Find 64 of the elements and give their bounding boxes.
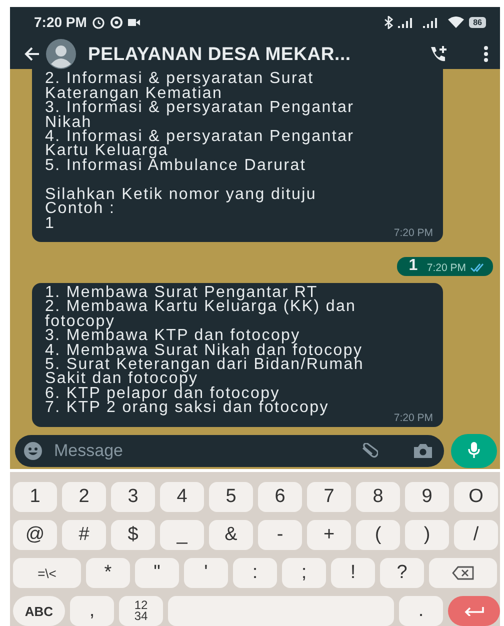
message-input[interactable]: Message — [52, 440, 350, 462]
keyboard-key[interactable]: ABC — [13, 596, 65, 626]
keyboard-key[interactable]: - — [258, 520, 302, 550]
message-field[interactable]: Message — [15, 434, 444, 467]
keyboard-key[interactable]: ? — [380, 558, 424, 588]
keyboard-key[interactable]: ) — [405, 520, 449, 550]
keyboard-key[interactable]: + — [307, 520, 351, 550]
keyboard-key[interactable]: 12 34 — [119, 596, 163, 626]
keyboard-key[interactable]: 1 — [13, 482, 57, 512]
keyboard-key[interactable]: ( — [356, 520, 400, 550]
kebab-menu-icon — [484, 46, 488, 62]
keyboard-key[interactable]: & — [209, 520, 253, 550]
keyboard-key[interactable]: @ — [13, 520, 57, 550]
microphone-button[interactable] — [451, 434, 497, 468]
backspace-key[interactable] — [429, 558, 497, 588]
keyboard-key[interactable]: * — [86, 558, 130, 588]
call-button[interactable] — [428, 44, 448, 63]
keyboard-key[interactable]: 5 — [209, 482, 253, 512]
keyboard-key[interactable]: ' — [184, 558, 228, 588]
keyboard-key[interactable]: " — [135, 558, 179, 588]
message-text: 1. Membawa Surat Pengantar RT 2. Membawa Kartu Keluarga (KK) dan fotocopy 3. Membawa KTP dan fotocopy 4. Membawa Surat Nikah dan fotocopy 5. Surat Keterangan dari Bidan/Rumah Sakit dan fotocopy 6. KTP pelapor dan fotocopy 7. KTP 2 orang saksi dan fotocopy — [45, 286, 365, 416]
paperclip-icon — [360, 442, 378, 459]
microphone-icon — [468, 442, 480, 460]
keyboard-key[interactable]: 7 — [307, 482, 351, 512]
message-time: 7:20 PM — [426, 262, 466, 274]
keyboard-key[interactable]: / — [454, 520, 498, 550]
back-button[interactable] — [24, 46, 40, 61]
circle-icon — [110, 16, 123, 29]
battery-icon: 86 — [469, 16, 486, 28]
chat-title: PELAYANAN DESA MEKAR... — [88, 42, 352, 65]
message-time: 7:20 PM — [394, 226, 433, 239]
video-icon — [128, 18, 140, 27]
alarm-icon — [92, 16, 105, 29]
emoji-icon — [24, 442, 42, 460]
wifi-icon — [448, 16, 464, 28]
phone-plus-icon — [428, 44, 448, 63]
keyboard-key[interactable]: 6 — [258, 482, 302, 512]
keyboard-key[interactable]: $ — [111, 520, 155, 550]
keyboard-key[interactable]: . — [399, 596, 443, 626]
camera-icon — [414, 443, 432, 458]
keyboard-key[interactable]: 9 — [405, 482, 449, 512]
back-arrow-icon — [24, 46, 40, 61]
keyboard-key[interactable]: ; — [282, 558, 326, 588]
menu-button[interactable] — [484, 46, 488, 62]
keyboard-key[interactable]: 3 — [111, 482, 155, 512]
avatar-icon — [46, 38, 76, 69]
keyboard-key[interactable]: # — [62, 520, 106, 550]
keyboard-key[interactable]: 8 — [356, 482, 400, 512]
keyboard-key[interactable]: 2 — [62, 482, 106, 512]
keyboard-key[interactable]: _ — [160, 520, 204, 550]
keyboard-key[interactable]: , — [70, 596, 114, 626]
keyboard-key[interactable]: ! — [331, 558, 375, 588]
keyboard-key[interactable]: : — [233, 558, 277, 588]
enter-icon — [464, 606, 484, 616]
keyboard-key[interactable]: 4 — [160, 482, 204, 512]
bluetooth-icon — [384, 16, 394, 29]
keyboard-key[interactable]: =\< — [13, 558, 81, 588]
message-time: 7:20 PM — [394, 412, 433, 424]
backspace-icon — [452, 566, 474, 580]
enter-key[interactable] — [448, 596, 500, 626]
status-time: 7:20 PM — [34, 14, 87, 30]
message-text: 2. Informasi & persyaratan Surat Katerangan Kematian 3. Informasi & persyaratan Pengantar Nikah 4. Informasi & persyaratan Pengantar Kartu Keluarga 5. Informasi Ambulance Darurat Silahkan Ketik nomor yang dituju Contoh : 1 — [45, 72, 356, 231]
keyboard-key[interactable]: O — [454, 482, 498, 512]
message-text: 1 — [408, 259, 419, 274]
